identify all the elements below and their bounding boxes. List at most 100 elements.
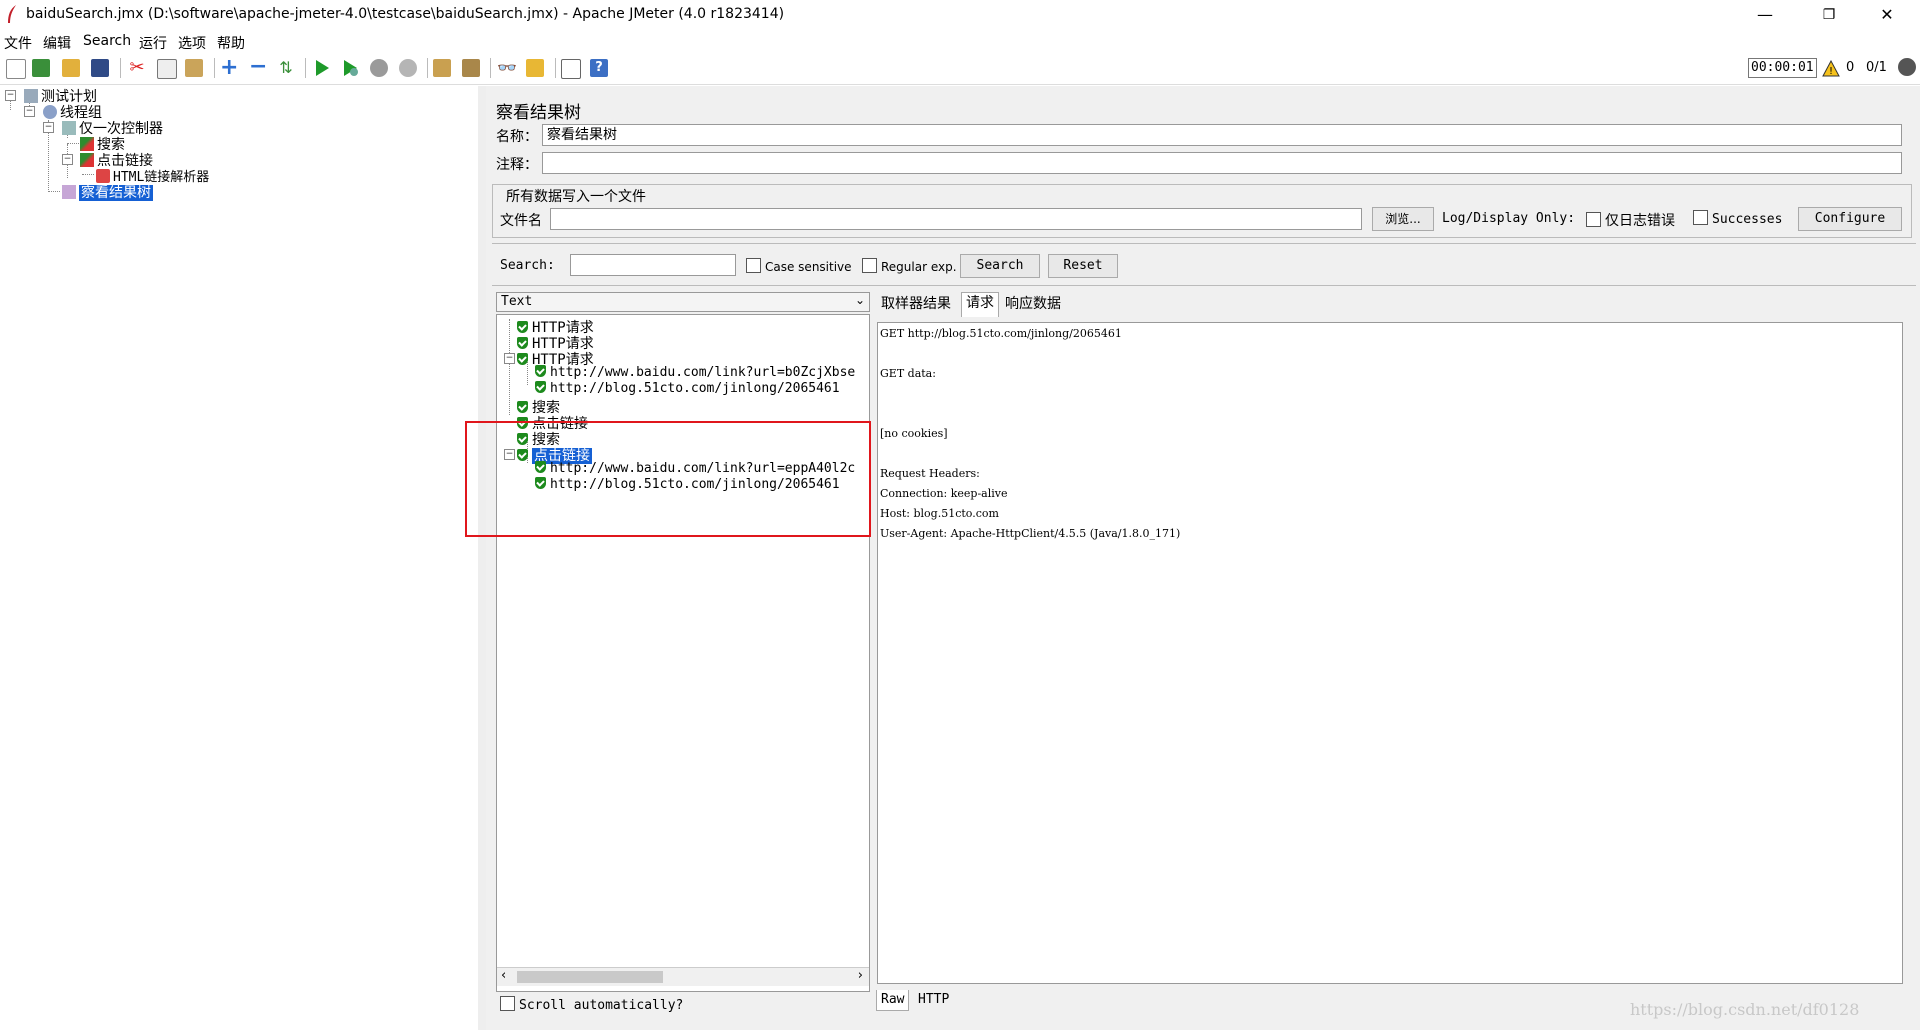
regexp-checkbox[interactable]: Regular exp. xyxy=(862,258,957,274)
success-shield-icon xyxy=(517,353,528,365)
divider xyxy=(492,243,1916,244)
name-field[interactable]: 察看结果树 xyxy=(542,124,1902,146)
watermark: https://blog.csdn.net/df0128 xyxy=(1630,1000,1860,1019)
test-plan-tree: − 测试计划 − 线程组 − 仅一次控制器 搜索 − 点击链接 HTML链接解析… xyxy=(0,86,479,1030)
menu-search[interactable]: Search xyxy=(83,33,131,49)
menu-run[interactable]: 运行 xyxy=(139,33,167,53)
reset-search-icon[interactable] xyxy=(526,59,544,77)
name-label: 名称： xyxy=(496,129,538,145)
listener-icon xyxy=(62,185,76,199)
chevron-down-icon: ⌄ xyxy=(854,293,865,307)
sampler-pencil-icon xyxy=(80,137,94,151)
configure-button[interactable]: Configure xyxy=(1798,207,1902,231)
scroll-auto-box[interactable] xyxy=(500,996,515,1011)
settings-gear-icon[interactable] xyxy=(1898,58,1916,76)
log-display-label: Log/Display Only: xyxy=(1442,211,1576,226)
comment-field[interactable] xyxy=(542,152,1902,174)
toolbar: ✂ + − ⇅ 👓 ? 00:00:01 ! 0 0/1 xyxy=(0,52,1920,85)
tab-http[interactable]: HTTP xyxy=(914,990,953,1010)
detail-line: Request Headers: xyxy=(880,467,980,480)
filename-input[interactable] xyxy=(550,208,1362,230)
save-icon[interactable] xyxy=(91,59,109,77)
scroll-right-arrow-icon[interactable]: › xyxy=(858,968,863,983)
search-input[interactable] xyxy=(570,254,736,276)
result-subitem[interactable]: http://www.baidu.com/link?url=b0ZcjXbse xyxy=(535,365,855,380)
menu-options[interactable]: 选项 xyxy=(178,33,206,53)
detail-line: Host: blog.51cto.com xyxy=(880,507,999,520)
successes-box[interactable] xyxy=(1693,210,1708,225)
title-bar: baiduSearch.jmx (D:\software\apache-jmet… xyxy=(0,0,1920,30)
open-icon[interactable] xyxy=(62,59,80,77)
paste-icon[interactable] xyxy=(185,59,203,77)
tab-request[interactable]: 请求 xyxy=(961,292,999,317)
tab-sampler-result[interactable]: 取样器结果 xyxy=(877,294,955,314)
result-subitem[interactable]: http://blog.51cto.com/jinlong/2065461 xyxy=(535,381,840,396)
successes-checkbox[interactable]: Successes xyxy=(1693,210,1782,227)
detail-line: [no cookies] xyxy=(880,427,948,440)
horizontal-scrollbar[interactable]: ‹ › xyxy=(497,967,869,986)
maximize-button[interactable]: ❐ xyxy=(1806,0,1852,30)
success-shield-icon xyxy=(517,401,528,413)
success-shield-icon xyxy=(517,321,528,333)
expander-once-controller[interactable]: − xyxy=(43,122,54,133)
menu-file[interactable]: 文件 xyxy=(4,33,32,53)
shutdown-icon[interactable] xyxy=(399,59,417,77)
templates-icon[interactable] xyxy=(32,59,50,77)
help-icon[interactable]: ? xyxy=(590,59,608,77)
detail-line: User-Agent: Apache-HttpClient/4.5.5 (Jav… xyxy=(880,527,1181,540)
detail-line: GET http://blog.51cto.com/jinlong/206546… xyxy=(880,327,1122,340)
elapsed-timer: 00:00:01 xyxy=(1748,58,1817,78)
tab-response-data[interactable]: 响应数据 xyxy=(1001,294,1065,314)
search-icon[interactable]: 👓 xyxy=(497,59,517,77)
search-label: Search: xyxy=(500,258,555,273)
request-detail-text[interactable]: GET http://blog.51cto.com/jinlong/206546… xyxy=(877,322,1903,984)
case-sensitive-box[interactable] xyxy=(746,258,761,273)
expander-thread-group[interactable]: − xyxy=(24,106,35,117)
minimize-button[interactable]: — xyxy=(1742,0,1788,30)
warning-icon[interactable]: ! xyxy=(1822,60,1840,77)
success-shield-icon xyxy=(535,365,546,377)
renderer-select[interactable]: Text ⌄ xyxy=(496,292,870,312)
scroll-left-arrow-icon[interactable]: ‹ xyxy=(501,968,506,983)
close-button[interactable]: ✕ xyxy=(1864,0,1910,30)
function-helper-icon[interactable] xyxy=(561,59,581,79)
cut-icon[interactable]: ✂ xyxy=(128,59,146,77)
preprocessor-icon xyxy=(96,169,110,183)
warning-count: 0 xyxy=(1846,60,1855,75)
search-button[interactable]: Search xyxy=(960,254,1040,278)
divider xyxy=(492,285,1916,286)
toggle-icon[interactable]: ⇅ xyxy=(277,59,295,77)
collapse-icon[interactable]: − xyxy=(249,56,267,78)
pane-splitter[interactable] xyxy=(478,86,486,1030)
clear-all-icon[interactable] xyxy=(462,59,480,77)
expand-icon[interactable]: + xyxy=(220,57,238,79)
errors-only-checkbox[interactable]: 仅日志错误 xyxy=(1586,210,1675,230)
expander-test-plan[interactable]: − xyxy=(5,90,16,101)
regexp-box[interactable] xyxy=(862,258,877,273)
scroll-auto-checkbox[interactable]: Scroll automatically? xyxy=(500,996,683,1013)
reset-button[interactable]: Reset xyxy=(1048,254,1118,278)
controller-icon xyxy=(62,121,76,135)
expander-click-link[interactable]: − xyxy=(62,154,73,165)
menu-help[interactable]: 帮助 xyxy=(217,33,245,53)
annotation-highlight-box xyxy=(465,421,871,537)
clear-icon[interactable] xyxy=(433,59,451,77)
write-all-label: 所有数据写入一个文件 xyxy=(504,186,648,206)
scroll-thumb[interactable] xyxy=(517,971,663,983)
detail-line: GET data: xyxy=(880,367,936,380)
tab-raw[interactable]: Raw xyxy=(876,990,910,1011)
copy-icon[interactable] xyxy=(157,59,177,79)
case-sensitive-checkbox[interactable]: Case sensitive xyxy=(746,258,852,274)
start-icon[interactable] xyxy=(313,59,331,77)
expander-result[interactable]: − xyxy=(504,353,515,364)
test-plan-icon xyxy=(24,89,38,103)
errors-only-box[interactable] xyxy=(1586,212,1601,227)
tree-node-view-results[interactable]: 察看结果树 xyxy=(62,182,153,202)
browse-button[interactable]: 浏览... xyxy=(1372,207,1434,231)
start-no-pause-icon[interactable] xyxy=(341,59,359,77)
sampler-pencil-icon xyxy=(80,153,94,167)
svg-text:!: ! xyxy=(1829,66,1833,77)
menu-edit[interactable]: 编辑 xyxy=(43,33,71,53)
new-icon[interactable] xyxy=(6,59,26,79)
stop-icon[interactable] xyxy=(370,59,388,77)
